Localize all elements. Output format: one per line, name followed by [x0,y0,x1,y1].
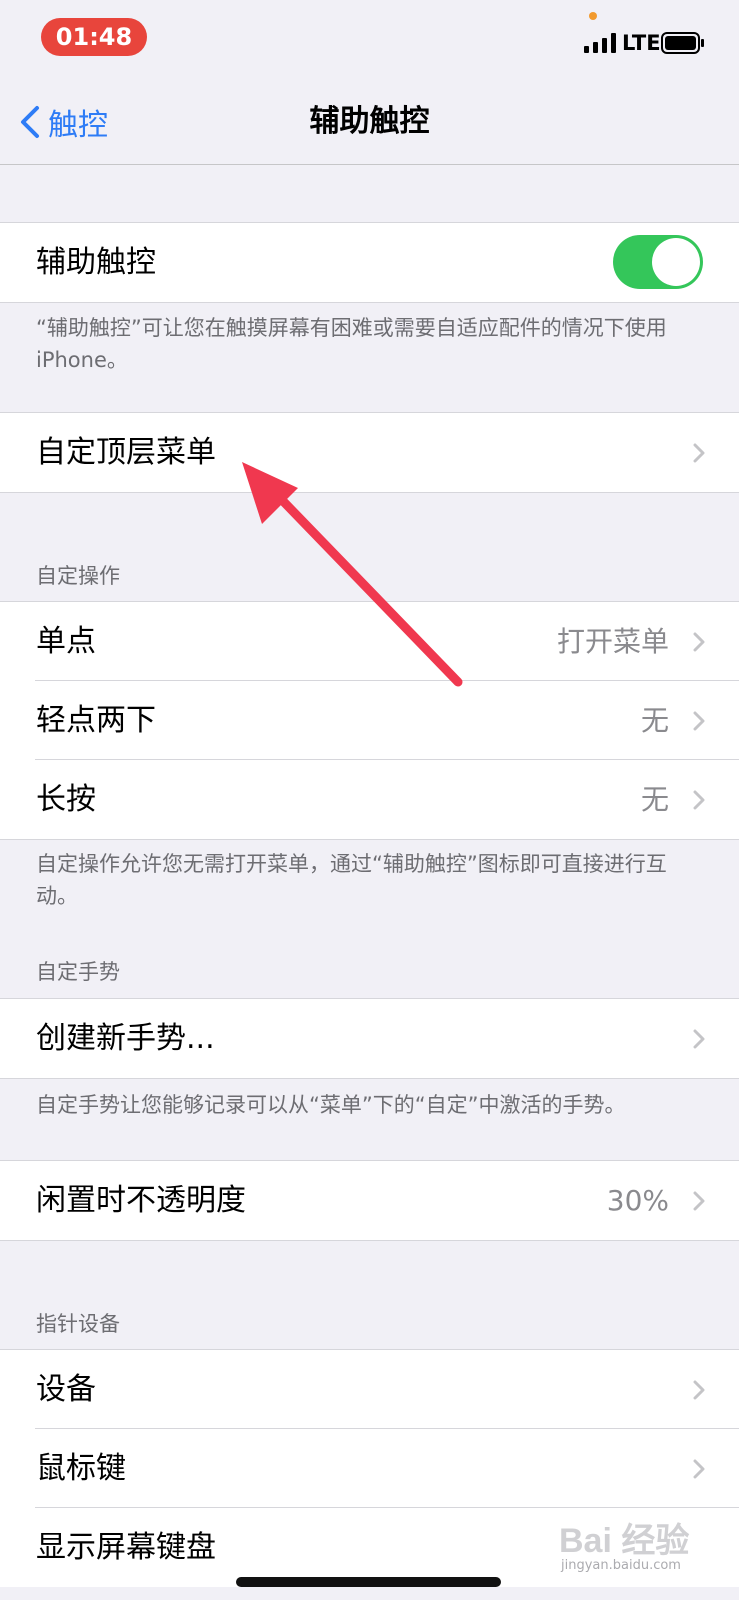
home-indicator[interactable] [236,1577,501,1587]
long-press-label: 长按 [36,782,96,817]
double-tap-value: 无 [640,704,669,737]
page-title: 辅助触控 [309,104,430,139]
privacy-indicator-dot [589,12,597,20]
long-press-value: 无 [640,783,669,816]
network-type-label: LTE [622,31,661,55]
custom-gestures-description: 自定手势让您能够记录可以从“菜单”下的“自定”中激活的手势。 [36,1093,626,1117]
watermark-url: jingyan.baidu.com [561,1558,681,1573]
chevron-right-icon [693,711,705,731]
cellular-signal-icon [584,33,616,53]
long-press-row[interactable]: 长按 无 [0,759,739,839]
show-onscreen-keyboard-label: 显示屏幕键盘 [36,1530,216,1565]
chevron-right-icon [693,632,705,652]
chevron-right-icon [693,1459,705,1479]
pointer-devices-header: 指针设备 [36,1312,120,1336]
assistive-touch-group: 辅助触控 [0,222,739,303]
chevron-right-icon [693,1029,705,1049]
chevron-right-icon [693,1380,705,1400]
baidu-jingyan-watermark: Bai 经验 jingyan.baidu.com [559,1508,729,1578]
devices-row[interactable]: 设备 [0,1350,739,1429]
chevron-right-icon [693,790,705,810]
customize-top-level-menu-row[interactable]: 自定顶层菜单 [0,413,739,492]
custom-actions-description: 自定操作允许您无需打开菜单，通过“辅助触控”图标即可直接进行互动。 [36,852,667,908]
status-bar: 01:48 LTE [0,0,739,80]
battery-icon [661,32,704,54]
status-time: 01:48 [41,18,147,56]
create-new-gesture-label: 创建新手势... [36,1021,215,1056]
custom-actions-group: 单点 打开菜单 轻点两下 无 长按 无 [0,601,739,840]
mouse-keys-row[interactable]: 鼠标键 [0,1428,739,1508]
assistive-touch-description: “辅助触控”可让您在触摸屏幕有困难或需要自适应配件的情况下使用iPhone。 [36,316,667,372]
create-new-gesture-row[interactable]: 创建新手势... [0,999,739,1078]
toggle-knob [652,238,700,286]
assistive-touch-label: 辅助触控 [36,245,156,280]
custom-gestures-header: 自定手势 [36,960,120,984]
devices-label: 设备 [36,1372,96,1407]
navigation-bar: 触控 辅助触控 [0,80,739,165]
assistive-touch-row: 辅助触控 [0,223,739,302]
idle-opacity-row[interactable]: 闲置时不透明度 30% [0,1161,739,1240]
double-tap-row[interactable]: 轻点两下 无 [0,680,739,760]
single-tap-label: 单点 [36,624,96,659]
customize-menu-group: 自定顶层菜单 [0,412,739,493]
watermark-brand: Bai 经验 [559,1522,690,1560]
single-tap-row[interactable]: 单点 打开菜单 [0,602,739,681]
custom-actions-header: 自定操作 [36,564,120,588]
double-tap-label: 轻点两下 [36,703,156,738]
idle-opacity-value: 30% [606,1184,669,1217]
chevron-right-icon [693,1191,705,1211]
mouse-keys-label: 鼠标键 [36,1451,126,1486]
custom-gestures-group: 创建新手势... [0,998,739,1079]
idle-opacity-group: 闲置时不透明度 30% [0,1160,739,1241]
chevron-right-icon [693,443,705,463]
customize-top-level-menu-label: 自定顶层菜单 [36,435,216,470]
idle-opacity-label: 闲置时不透明度 [36,1183,246,1218]
assistive-touch-toggle[interactable] [613,235,703,289]
single-tap-value: 打开菜单 [556,625,669,658]
